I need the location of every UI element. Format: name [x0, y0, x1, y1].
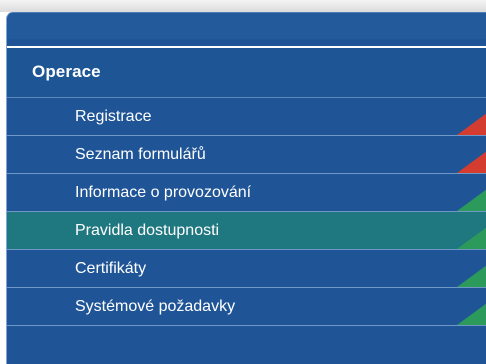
section-title: Operace	[32, 62, 101, 81]
panel-top-strip	[7, 13, 486, 39]
menu-item-label: Registrace	[75, 108, 152, 125]
navigation-panel: Operace Registrace Seznam formulářů Info…	[6, 12, 486, 364]
menu-item-systemove-pozadavky[interactable]: Systémové požadavky	[7, 288, 486, 326]
green-corner-flag-icon	[457, 189, 486, 211]
green-corner-flag-icon	[457, 303, 486, 325]
menu-item-label: Informace o provozování	[75, 184, 252, 201]
menu-item-registrace[interactable]: Registrace	[7, 98, 486, 136]
menu-item-label: Seznam formulářů	[75, 146, 206, 163]
red-corner-flag-icon	[457, 113, 486, 135]
menu-item-label: Systémové požadavky	[75, 298, 236, 315]
menu-item-informace-o-provozovani[interactable]: Informace o provozování	[7, 174, 486, 212]
menu-item-label: Certifikáty	[75, 260, 147, 277]
section-header: Operace	[7, 46, 486, 98]
menu-item-pravidla-dostupnosti[interactable]: Pravidla dostupnosti	[7, 212, 486, 250]
menu-item-certifikaty[interactable]: Certifikáty	[7, 250, 486, 288]
screenshot-frame: Operace Registrace Seznam formulářů Info…	[0, 0, 486, 364]
green-corner-flag-icon	[457, 265, 486, 287]
menu-list: Registrace Seznam formulářů Informace o …	[7, 98, 486, 326]
green-corner-flag-icon	[457, 227, 486, 249]
red-corner-flag-icon	[457, 151, 486, 173]
menu-item-seznam-formularu[interactable]: Seznam formulářů	[7, 136, 486, 174]
top-shade	[0, 0, 486, 12]
menu-bottom-fill	[7, 336, 486, 364]
menu-item-label: Pravidla dostupnosti	[75, 222, 220, 239]
